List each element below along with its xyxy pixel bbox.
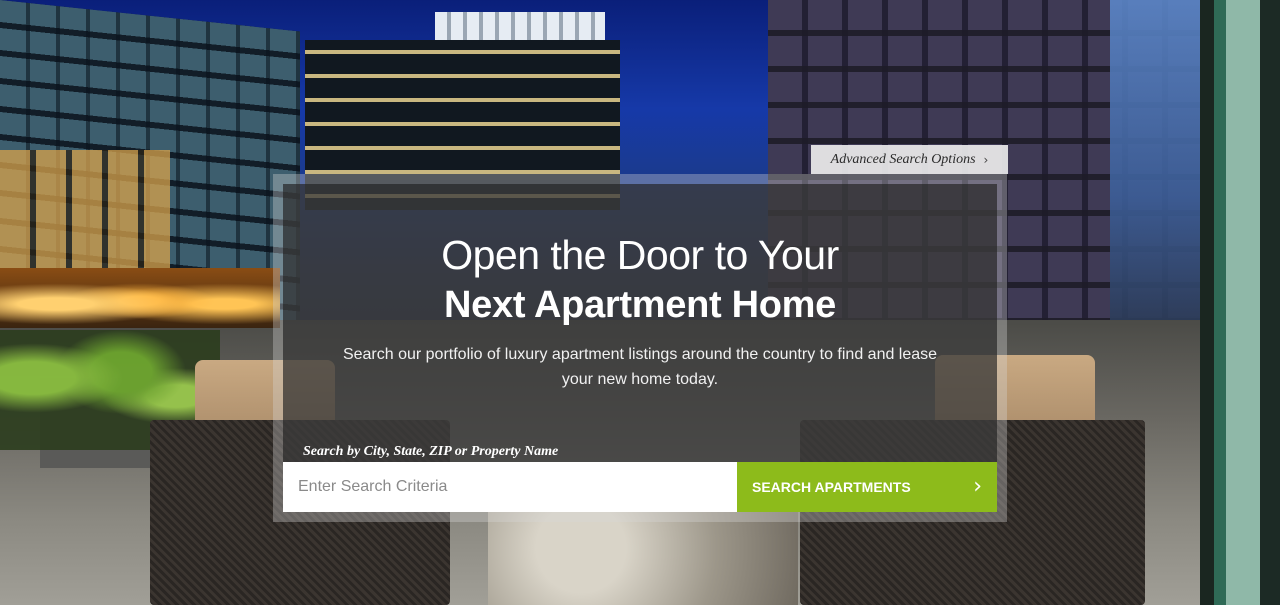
search-bar: SEARCH APARTMENTS › <box>283 462 997 512</box>
building-right-glass <box>1110 0 1200 330</box>
fire-pit <box>0 268 280 328</box>
search-button-label: SEARCH APARTMENTS <box>752 479 911 495</box>
hero-headline-bold: Next Apartment Home <box>444 284 836 326</box>
window-frame-right <box>1200 0 1280 605</box>
search-apartments-button[interactable]: SEARCH APARTMENTS › <box>737 462 997 512</box>
search-caption: Search by City, State, ZIP or Property N… <box>303 444 559 459</box>
hero-subtitle: Search our portfolio of luxury apartment… <box>342 346 938 388</box>
hero-headline: Open the Door to Your <box>441 232 839 278</box>
chevron-right-icon: › <box>983 152 989 167</box>
advanced-search-label: Advanced Search Options <box>830 151 976 167</box>
advanced-search-options-link[interactable]: Advanced Search Options › <box>811 145 1008 174</box>
building-left-lit-windows <box>0 150 170 270</box>
hero-search-panel: Open the Door to Your Next Apartment Hom… <box>273 174 1007 522</box>
stone-table <box>488 510 798 605</box>
chevron-right-icon: › <box>973 474 982 499</box>
search-input[interactable] <box>283 462 737 512</box>
